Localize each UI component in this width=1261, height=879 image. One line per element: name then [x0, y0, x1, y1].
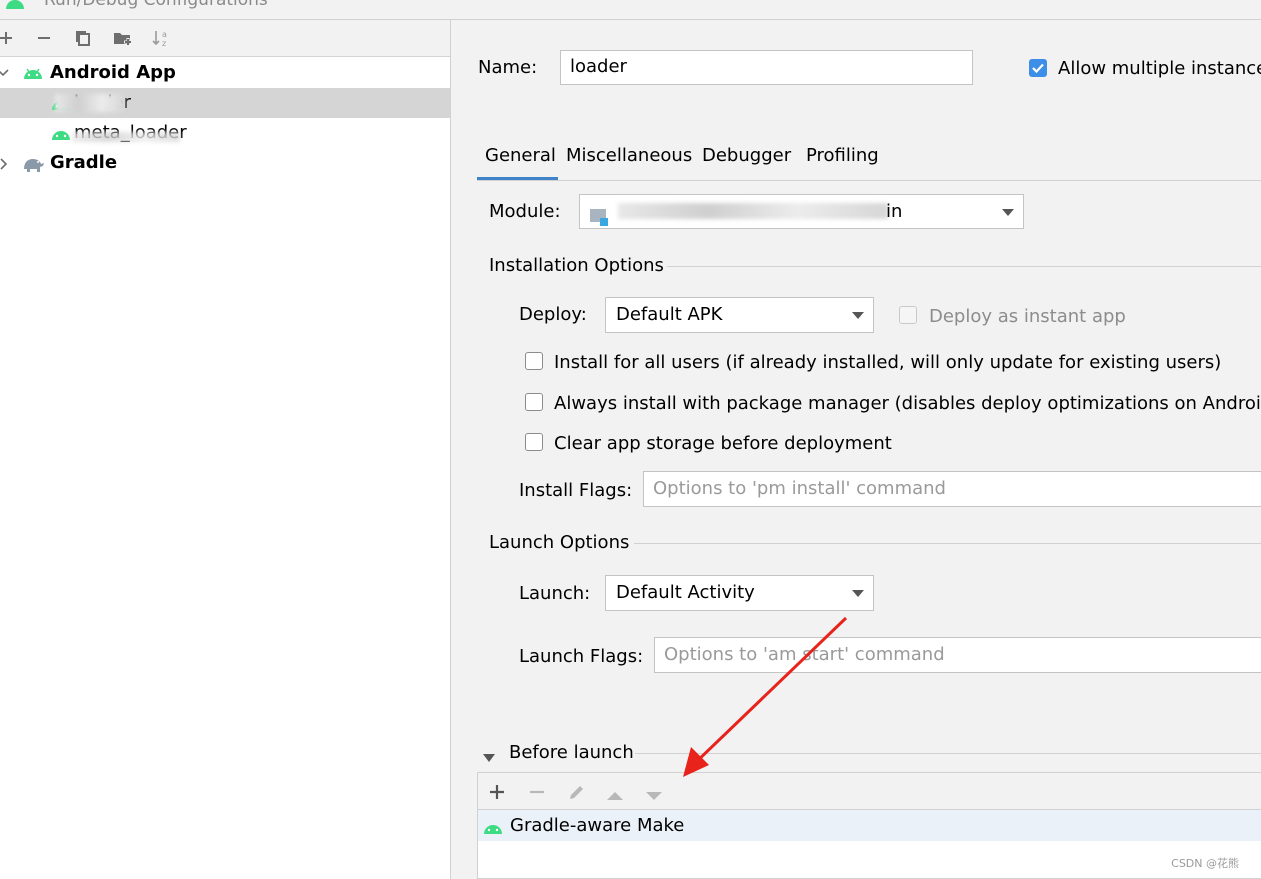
- edit-icon[interactable]: [567, 782, 587, 807]
- tree-item-loader[interactable]: loader: [0, 88, 450, 118]
- deploy-label: Deploy:: [519, 304, 587, 325]
- svg-text:a: a: [162, 30, 167, 39]
- add-icon[interactable]: [0, 26, 18, 50]
- annotation-arrow: [683, 616, 848, 777]
- launch-options-title: Launch Options: [489, 532, 630, 553]
- tree-toolbar: az: [0, 20, 450, 57]
- before-launch-title: Before launch: [509, 742, 634, 763]
- allow-multiple-checkbox[interactable]: [1029, 59, 1047, 77]
- new-folder-icon[interactable]: [111, 26, 135, 50]
- configuration-editor: Name: loader Allow multiple instances Ge…: [451, 20, 1261, 879]
- before-launch-list: Gradle-aware Make: [477, 810, 1261, 879]
- install-all-users-checkbox[interactable]: [525, 352, 543, 370]
- module-label: Module:: [489, 201, 561, 222]
- launch-value: Default Activity: [616, 582, 755, 603]
- always-install-pm-label: Always install with package manager (dis…: [554, 393, 1261, 414]
- chevron-down-icon: [1002, 209, 1014, 216]
- tab-miscellaneous[interactable]: Miscellaneous: [566, 145, 692, 166]
- module-value: in: [886, 201, 903, 222]
- name-input[interactable]: loader: [560, 50, 973, 85]
- watermark: CSDN @花熊: [1171, 857, 1239, 870]
- before-launch-toolbar: [477, 772, 1261, 810]
- svg-text:z: z: [162, 39, 166, 48]
- deploy-combo[interactable]: Default APK: [605, 297, 874, 333]
- android-icon: [51, 125, 71, 146]
- tree-group-android-app[interactable]: Android App: [0, 58, 450, 88]
- tab-general[interactable]: General: [485, 145, 556, 166]
- collapse-triangle-icon[interactable]: [482, 747, 496, 768]
- copy-icon[interactable]: [71, 26, 95, 50]
- clear-storage-checkbox[interactable]: [525, 433, 543, 451]
- chevron-down-icon: [852, 590, 864, 597]
- configurations-tree-panel: az Android App loader meta_loader Gradl: [0, 20, 451, 879]
- clear-storage-label: Clear app storage before deployment: [554, 433, 892, 454]
- name-label: Name:: [478, 57, 538, 78]
- android-icon: [483, 819, 503, 840]
- window-title: Run/Debug Configurations: [44, 0, 268, 10]
- tab-profiling[interactable]: Profiling: [806, 145, 879, 166]
- remove-icon[interactable]: [528, 783, 546, 806]
- installation-options-title: Installation Options: [489, 255, 664, 276]
- android-icon: [4, 0, 26, 15]
- chevron-right-icon[interactable]: [0, 155, 10, 176]
- section-divider: [634, 543, 1261, 544]
- sort-icon[interactable]: az: [149, 26, 173, 50]
- tree-group-gradle[interactable]: Gradle: [0, 148, 450, 178]
- install-flags-input[interactable]: Options to 'pm install' command: [643, 471, 1261, 507]
- always-install-pm-checkbox[interactable]: [525, 393, 543, 411]
- tree-group-label: Android App: [50, 62, 176, 83]
- tree-group-label: Gradle: [50, 152, 118, 173]
- tab-divider: [477, 180, 1261, 181]
- list-item[interactable]: Gradle-aware Make: [478, 810, 1261, 841]
- remove-icon[interactable]: [32, 26, 56, 50]
- chevron-down-icon[interactable]: [0, 63, 10, 84]
- install-all-users-label: Install for all users (if already instal…: [554, 352, 1222, 373]
- list-item-label: Gradle-aware Make: [510, 815, 685, 836]
- allow-multiple-label: Allow multiple instances: [1058, 58, 1261, 79]
- instant-app-label: Deploy as instant app: [929, 306, 1126, 327]
- tab-debugger[interactable]: Debugger: [702, 145, 791, 166]
- launch-combo[interactable]: Default Activity: [605, 575, 874, 611]
- move-up-icon[interactable]: [606, 786, 624, 807]
- module-combo[interactable]: in: [579, 194, 1024, 229]
- launch-label: Launch:: [519, 583, 591, 604]
- android-icon: [23, 64, 43, 85]
- module-folder-icon: [590, 204, 610, 228]
- section-divider: [667, 266, 1261, 267]
- install-flags-label: Install Flags:: [519, 480, 633, 501]
- gradle-elephant-icon: [21, 154, 45, 177]
- add-icon[interactable]: [488, 783, 506, 806]
- instant-app-checkbox[interactable]: [899, 306, 917, 324]
- window-title-bar: Run/Debug Configurations: [0, 0, 1261, 20]
- deploy-value: Default APK: [616, 304, 723, 325]
- tree-item-meta-loader[interactable]: meta_loader: [0, 118, 450, 148]
- launch-flags-label: Launch Flags:: [519, 646, 644, 667]
- move-down-icon[interactable]: [645, 786, 663, 807]
- chevron-down-icon: [852, 312, 864, 319]
